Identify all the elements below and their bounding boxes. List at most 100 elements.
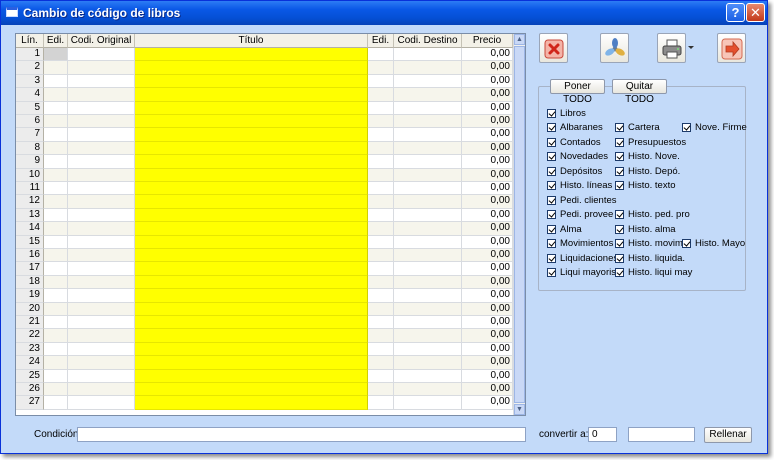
precio-cell[interactable]: 0,00 bbox=[462, 342, 513, 357]
edi-destino-cell[interactable] bbox=[368, 275, 394, 290]
edi-destino-cell[interactable] bbox=[368, 195, 394, 209]
edi-destino-cell[interactable] bbox=[368, 208, 394, 223]
edi-destino-cell[interactable] bbox=[368, 342, 394, 357]
precio-cell[interactable]: 0,00 bbox=[462, 74, 513, 89]
titulo-cell[interactable] bbox=[135, 128, 368, 142]
codi-original-cell[interactable] bbox=[68, 396, 135, 410]
edi-destino-cell[interactable] bbox=[368, 262, 394, 276]
edi-cell[interactable] bbox=[44, 155, 68, 169]
select-all-button[interactable]: Poner TODO bbox=[550, 79, 605, 105]
titulo-cell[interactable] bbox=[135, 101, 368, 115]
codi-original-cell[interactable] bbox=[68, 101, 135, 115]
col-header-lin[interactable]: Lín. bbox=[16, 34, 44, 48]
codi-destino-cell[interactable] bbox=[394, 48, 462, 62]
checkmark-icon[interactable] bbox=[547, 152, 556, 161]
edi-destino-cell[interactable] bbox=[368, 289, 394, 303]
titulo-cell[interactable] bbox=[135, 329, 368, 343]
codi-destino-cell[interactable] bbox=[394, 222, 462, 236]
edi-cell[interactable] bbox=[44, 115, 68, 129]
codi-destino-cell[interactable] bbox=[394, 74, 462, 89]
codi-destino-cell[interactable] bbox=[394, 249, 462, 263]
edi-cell[interactable] bbox=[44, 208, 68, 223]
help-button[interactable]: ? bbox=[726, 3, 745, 22]
precio-cell[interactable]: 0,00 bbox=[462, 262, 513, 276]
cancel-button[interactable] bbox=[539, 33, 568, 63]
codi-destino-cell[interactable] bbox=[394, 101, 462, 115]
codi-original-cell[interactable] bbox=[68, 182, 135, 196]
edi-cell[interactable] bbox=[44, 262, 68, 276]
checkmark-icon[interactable] bbox=[615, 181, 624, 190]
edi-cell[interactable] bbox=[44, 195, 68, 209]
precio-cell[interactable]: 0,00 bbox=[462, 182, 513, 196]
titulo-cell[interactable] bbox=[135, 342, 368, 357]
titulo-cell[interactable] bbox=[135, 262, 368, 276]
table-row[interactable]: 6 0,00 bbox=[16, 115, 513, 129]
checkmark-icon[interactable] bbox=[547, 254, 556, 263]
titulo-cell[interactable] bbox=[135, 249, 368, 263]
checkmark-icon[interactable] bbox=[547, 210, 556, 219]
precio-cell[interactable]: 0,00 bbox=[462, 396, 513, 410]
edi-destino-cell[interactable] bbox=[368, 48, 394, 62]
edi-cell[interactable] bbox=[44, 222, 68, 236]
titulo-cell[interactable] bbox=[135, 88, 368, 102]
codi-original-cell[interactable] bbox=[68, 289, 135, 303]
close-button[interactable]: ✕ bbox=[746, 3, 765, 22]
titulo-cell[interactable] bbox=[135, 356, 368, 370]
titulo-cell[interactable] bbox=[135, 74, 368, 89]
codi-original-cell[interactable] bbox=[68, 115, 135, 129]
codi-destino-cell[interactable] bbox=[394, 302, 462, 316]
checkmark-icon[interactable] bbox=[547, 123, 556, 132]
codi-original-cell[interactable] bbox=[68, 208, 135, 223]
table-row[interactable]: 19 0,00 bbox=[16, 289, 513, 303]
precio-cell[interactable]: 0,00 bbox=[462, 141, 513, 156]
titulo-cell[interactable] bbox=[135, 383, 368, 397]
table-row[interactable]: 22 0,00 bbox=[16, 329, 513, 343]
table-row[interactable]: 4 0,00 bbox=[16, 88, 513, 102]
edi-cell[interactable] bbox=[44, 369, 68, 383]
codi-destino-cell[interactable] bbox=[394, 195, 462, 209]
checkmark-icon[interactable] bbox=[547, 109, 556, 118]
table-row[interactable]: 8 0,00 bbox=[16, 141, 513, 156]
codi-destino-cell[interactable] bbox=[394, 396, 462, 410]
table-row[interactable]: 16 0,00 bbox=[16, 249, 513, 263]
titulo-cell[interactable] bbox=[135, 302, 368, 316]
precio-cell[interactable]: 0,00 bbox=[462, 302, 513, 316]
precio-cell[interactable]: 0,00 bbox=[462, 115, 513, 129]
edi-cell[interactable] bbox=[44, 356, 68, 370]
edi-destino-cell[interactable] bbox=[368, 168, 394, 182]
edi-cell[interactable] bbox=[44, 128, 68, 142]
codi-original-cell[interactable] bbox=[68, 61, 135, 75]
edi-cell[interactable] bbox=[44, 302, 68, 316]
codi-original-cell[interactable] bbox=[68, 369, 135, 383]
precio-cell[interactable]: 0,00 bbox=[462, 208, 513, 223]
table-row[interactable]: 3 0,00 bbox=[16, 74, 513, 89]
precio-cell[interactable]: 0,00 bbox=[462, 356, 513, 370]
precio-cell[interactable]: 0,00 bbox=[462, 101, 513, 115]
codi-original-cell[interactable] bbox=[68, 329, 135, 343]
precio-cell[interactable]: 0,00 bbox=[462, 235, 513, 249]
codi-destino-cell[interactable] bbox=[394, 61, 462, 75]
edi-destino-cell[interactable] bbox=[368, 128, 394, 142]
titulo-cell[interactable] bbox=[135, 195, 368, 209]
precio-cell[interactable]: 0,00 bbox=[462, 329, 513, 343]
codi-original-cell[interactable] bbox=[68, 195, 135, 209]
edi-cell[interactable] bbox=[44, 275, 68, 290]
checkmark-icon[interactable] bbox=[547, 268, 556, 277]
checkmark-icon[interactable] bbox=[547, 181, 556, 190]
table-row[interactable]: 13 0,00 bbox=[16, 208, 513, 223]
fan-button[interactable] bbox=[600, 33, 629, 63]
codi-original-cell[interactable] bbox=[68, 155, 135, 169]
checkmark-icon[interactable] bbox=[615, 123, 624, 132]
titulo-cell[interactable] bbox=[135, 235, 368, 249]
codi-destino-cell[interactable] bbox=[394, 88, 462, 102]
edi-cell[interactable] bbox=[44, 342, 68, 357]
scroll-thumb[interactable] bbox=[514, 46, 525, 403]
table-row[interactable]: 12 0,00 bbox=[16, 195, 513, 209]
codi-original-cell[interactable] bbox=[68, 342, 135, 357]
print-button[interactable] bbox=[657, 33, 686, 63]
edi-destino-cell[interactable] bbox=[368, 155, 394, 169]
edi-cell[interactable] bbox=[44, 48, 68, 62]
codi-original-cell[interactable] bbox=[68, 316, 135, 330]
scroll-up-arrow-icon[interactable]: ▲ bbox=[514, 34, 525, 45]
table-row[interactable]: 10 0,00 bbox=[16, 168, 513, 182]
